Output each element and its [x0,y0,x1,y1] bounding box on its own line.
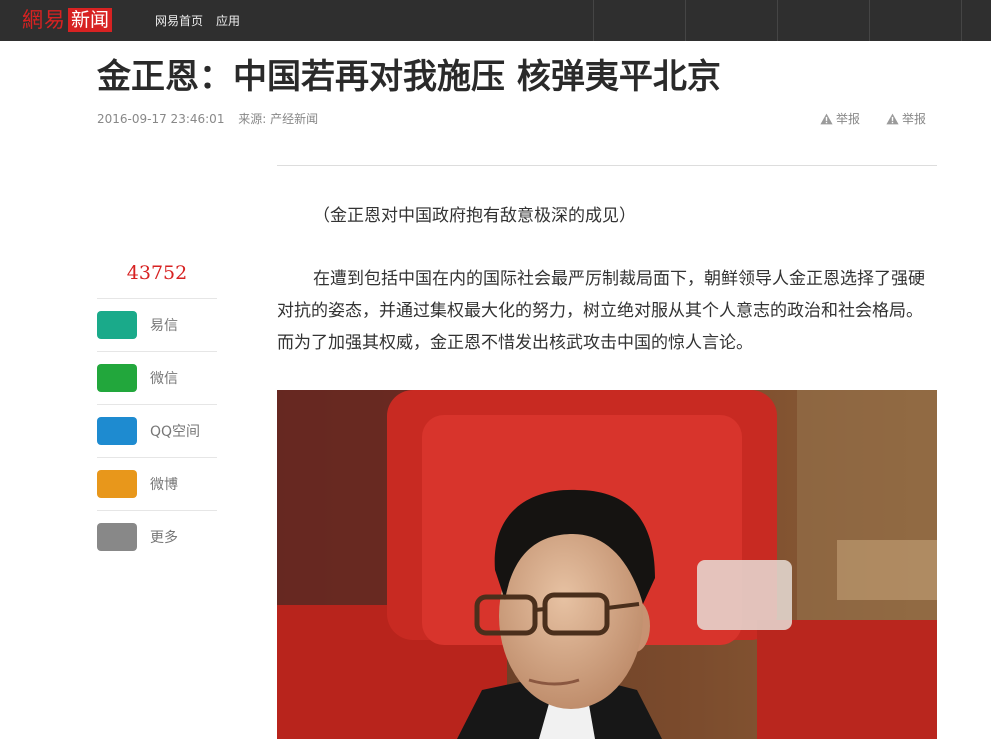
topbar-divider [869,0,870,41]
publish-datetime: 2016-09-17 23:46:01 [97,112,225,126]
share-label: 微博 [150,477,178,493]
article-title: 金正恩：中国若再对我施压 核弹夷平北京 [97,57,721,97]
nav-netease-home-link[interactable]: 网易首页 [155,12,203,29]
share-label: 易信 [150,318,178,334]
yixin-icon [97,311,137,339]
article-meta: 2016-09-17 23:46:01 来源: 产经新闻 [97,110,318,127]
top-navigation-bar: 網易 新闻 网易首页 应用 [0,0,991,41]
report-button[interactable]: 举报 [820,110,860,127]
topbar-divider [593,0,594,41]
report-button[interactable]: 举报 [886,110,926,127]
qzone-icon [97,417,137,445]
divider-line [277,165,937,166]
report-label: 举报 [902,112,927,126]
article-photo [277,390,937,739]
share-yixin-button[interactable]: 易信 [97,298,217,351]
top-nav-links: 网易首页 应用 [155,0,253,41]
weibo-icon [97,470,137,498]
image-caption: （金正恩对中国政府抱有敌意极深的成见） [313,206,636,226]
warning-icon [820,113,833,124]
share-qzone-button[interactable]: QQ空间 [97,404,217,457]
share-more-button[interactable]: 更多 [97,510,217,563]
article-source[interactable]: 来源: 产经新闻 [238,112,318,126]
topbar-divider [777,0,778,41]
logo-news-text: 新闻 [68,8,113,32]
comment-count[interactable]: 43752 [97,262,217,284]
share-list: 易信 微信 QQ空间 微博 更多 [97,298,217,563]
logo-netease-text: 網易 [22,8,66,32]
share-label: 更多 [150,530,178,546]
warning-icon [886,113,899,124]
more-icon [97,523,137,551]
topbar-divider [961,0,962,41]
wechat-icon [97,364,137,392]
report-label: 举报 [836,112,861,126]
article-paragraph: 在遭到包括中国在内的国际社会最严厉制裁局面下，朝鲜领导人金正恩选择了强硬对抗的姿… [277,269,925,353]
share-weibo-button[interactable]: 微博 [97,457,217,510]
share-wechat-button[interactable]: 微信 [97,351,217,404]
topbar-divider [685,0,686,41]
share-label: QQ空间 [150,424,201,440]
nav-apps-link[interactable]: 应用 [216,12,240,29]
netease-news-logo[interactable]: 網易 新闻 [22,5,113,35]
share-label: 微信 [150,371,178,387]
portrait-photo-illustration [277,390,937,739]
